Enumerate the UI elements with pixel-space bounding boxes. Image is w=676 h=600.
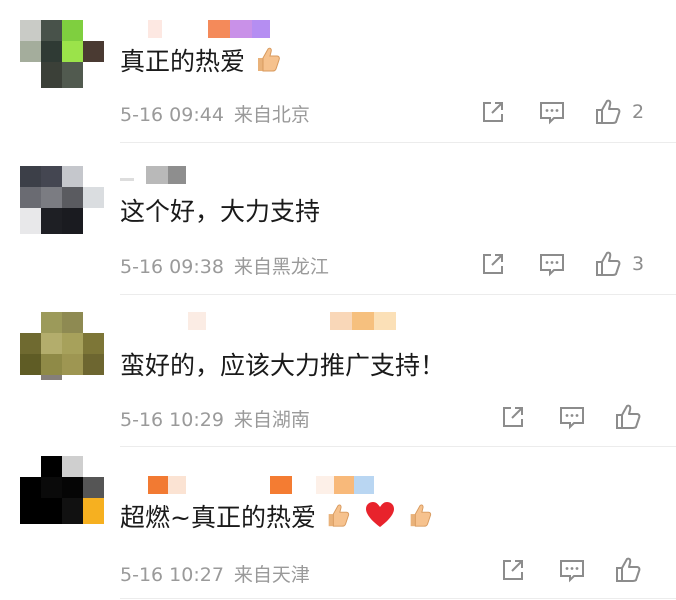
comment-icon [540, 254, 564, 277]
like-button[interactable] [614, 403, 642, 431]
share-icon [503, 407, 523, 427]
comment-date: 5-16 09:38 [120, 256, 224, 278]
share-icon [503, 560, 523, 580]
share-icon [483, 102, 503, 122]
thumbs-up-emoji [406, 500, 434, 538]
thumbs-up-icon [596, 251, 621, 276]
comment-meta: 5-16 10:27 来自天津 [120, 560, 320, 587]
avatar[interactable] [20, 20, 104, 88]
comment-text: 蛮好的，应该大力推广支持！ [120, 351, 446, 380]
divider [120, 598, 676, 599]
avatar[interactable] [20, 166, 104, 234]
comment-meta: 5-16 09:38 来自黑龙江 [120, 252, 339, 279]
thumbs-up-emoji [253, 44, 283, 82]
comment-meta: 5-16 09:44 来自北京 [120, 100, 320, 127]
comment-date: 5-16 10:27 [120, 564, 224, 586]
comment-location: 来自天津 [233, 564, 310, 586]
comment-text: 真正的热爱 [120, 44, 283, 82]
comment-text: 超燃~真正的热爱 [120, 500, 434, 538]
like-count: 2 [632, 101, 645, 123]
comment-icon [560, 407, 584, 430]
comment-location: 来自湖南 [233, 409, 310, 431]
thumbs-up-icon [616, 404, 641, 429]
comment-actions: 2 [480, 98, 650, 126]
comment-icon [560, 560, 584, 583]
red-heart-emoji [364, 500, 396, 538]
comment-button[interactable] [538, 250, 566, 278]
comment-location: 来自黑龙江 [233, 256, 329, 278]
like-button[interactable]: 2 [594, 98, 644, 126]
divider [120, 142, 676, 143]
comment-text: 这个好，大力支持 [120, 197, 321, 226]
thumbs-up-icon [596, 99, 621, 124]
like-button[interactable] [614, 556, 642, 584]
thumbs-up-icon [616, 557, 641, 582]
divider [120, 294, 676, 295]
comment-location: 来自北京 [233, 104, 310, 126]
comment-button[interactable] [538, 98, 566, 126]
share-button[interactable] [480, 250, 506, 278]
comment-button[interactable] [558, 403, 586, 431]
comment-meta: 5-16 10:29 来自湖南 [120, 405, 320, 432]
comment-actions [500, 403, 650, 431]
share-button[interactable] [500, 403, 526, 431]
avatar[interactable] [20, 312, 104, 380]
thumbs-up-emoji [324, 500, 352, 538]
comment-date: 5-16 10:29 [120, 409, 224, 431]
comment-actions [500, 556, 650, 584]
share-button[interactable] [500, 556, 526, 584]
comment-date: 5-16 09:44 [120, 104, 224, 126]
like-button[interactable]: 3 [594, 250, 644, 278]
divider [120, 446, 676, 447]
avatar[interactable] [20, 456, 104, 524]
like-count: 3 [632, 253, 645, 275]
comment-button[interactable] [558, 556, 586, 584]
share-button[interactable] [480, 98, 506, 126]
share-icon [483, 254, 503, 274]
comment-actions: 3 [480, 250, 650, 278]
comment-icon [540, 102, 564, 125]
